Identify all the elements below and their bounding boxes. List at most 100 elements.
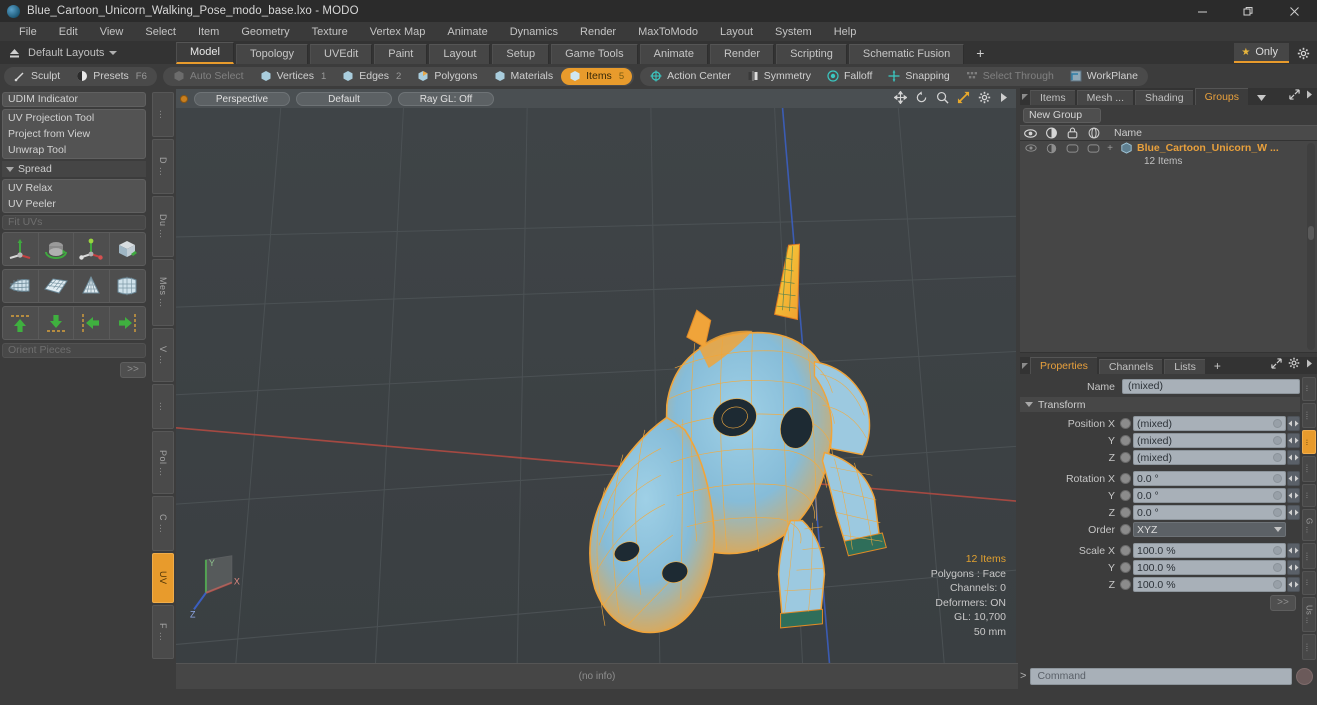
auto-select-button[interactable]: Auto Select [165, 68, 252, 85]
close-button[interactable] [1271, 0, 1317, 22]
tab-lists[interactable]: Lists [1164, 359, 1205, 374]
expand-panel-icon[interactable] [1289, 89, 1300, 103]
action-center-button[interactable]: Action Center [642, 68, 739, 85]
rotation-x-stepper[interactable] [1287, 471, 1300, 486]
group-item-name[interactable]: Blue_Cartoon_Unicorn_W ... [1137, 142, 1279, 154]
left-vtab-polygon[interactable]: Pol ... [152, 431, 174, 495]
rtab-mesh[interactable]: Mesh ... [1076, 90, 1134, 105]
panel-chevron-right-icon[interactable] [1306, 90, 1313, 102]
rtab-dropdown-icon[interactable] [1250, 90, 1273, 105]
uv-move-down-icon[interactable] [39, 307, 74, 339]
tab-setup[interactable]: Setup [492, 44, 550, 64]
scale-z-stepper[interactable] [1287, 577, 1300, 592]
position-y-stepper[interactable] [1287, 433, 1300, 448]
menu-texture[interactable]: Texture [301, 22, 359, 42]
symmetry-button[interactable]: Symmetry [739, 68, 819, 85]
tab-properties[interactable]: Properties [1030, 357, 1097, 374]
uv-move-gizmo-icon[interactable] [3, 233, 39, 265]
properties-add-tab[interactable]: + [1207, 359, 1228, 374]
prop-vtab-0[interactable]: ... [1302, 377, 1316, 401]
snapping-button[interactable]: Snapping [880, 68, 957, 85]
panel-corner-icon[interactable] [1020, 88, 1030, 105]
unwrap-tool-row[interactable]: Unwrap Tool [3, 142, 145, 158]
left-vtab-curve[interactable]: C ... [152, 496, 174, 552]
tab-schematic-fusion[interactable]: Schematic Fusion [848, 44, 965, 64]
pan-icon[interactable] [893, 90, 908, 107]
transform-section-header[interactable]: Transform [1020, 397, 1300, 412]
menu-help[interactable]: Help [823, 22, 868, 42]
edges-button[interactable]: Edges 2 [334, 68, 409, 85]
uv-projection-tool-row[interactable]: UV Projection Tool [3, 110, 145, 126]
raygl-toggle[interactable]: Ray GL: Off [398, 91, 494, 106]
prop-vtab-7[interactable]: ... [1302, 571, 1316, 595]
menu-system[interactable]: System [764, 22, 823, 42]
scale-y-knob[interactable] [1120, 562, 1131, 573]
uv-box-unwrap-icon[interactable] [110, 233, 145, 265]
position-z-input[interactable]: (mixed) [1133, 450, 1286, 465]
rotation-y-knob[interactable] [1120, 490, 1131, 501]
menu-select[interactable]: Select [134, 22, 187, 42]
gear-icon[interactable] [978, 91, 991, 107]
rotation-z-stepper[interactable] [1287, 505, 1300, 520]
prop-vtab-transform[interactable]: ... [1302, 430, 1316, 454]
left-vtab-deform[interactable]: D ... [152, 139, 174, 195]
row-visibility-icon[interactable] [1020, 141, 1041, 155]
zoom-icon[interactable] [936, 91, 949, 107]
items-button[interactable]: Items 5 [561, 67, 633, 85]
menu-render[interactable]: Render [569, 22, 627, 42]
menu-edit[interactable]: Edit [48, 22, 89, 42]
spread-section-header[interactable]: Spread [2, 161, 146, 177]
scale-y-stepper[interactable] [1287, 560, 1300, 575]
tab-channels[interactable]: Channels [1098, 359, 1163, 374]
order-knob[interactable] [1120, 524, 1131, 535]
properties-corner-icon[interactable] [1020, 357, 1030, 374]
uv-move-left-icon[interactable] [74, 307, 110, 339]
uv-rotate-gizmo-icon[interactable] [39, 233, 74, 265]
properties-chevron-right-icon[interactable] [1306, 359, 1313, 371]
command-input[interactable]: Command [1030, 667, 1292, 685]
position-y-knob[interactable] [1120, 435, 1131, 446]
left-panel-expand-button[interactable]: >> [120, 362, 146, 378]
vertices-button[interactable]: Vertices 1 [252, 68, 335, 85]
sculpt-button[interactable]: Sculpt [6, 68, 68, 85]
tree-row[interactable]: + Blue_Cartoon_Unicorn_W ... [1020, 141, 1317, 155]
rtab-shading[interactable]: Shading [1135, 90, 1193, 105]
order-dropdown[interactable]: XYZ [1133, 522, 1286, 537]
menu-layout[interactable]: Layout [709, 22, 764, 42]
tab-model[interactable]: Model [176, 42, 234, 64]
position-y-input[interactable]: (mixed) [1133, 433, 1286, 448]
rtab-groups[interactable]: Groups [1194, 88, 1249, 105]
minimize-button[interactable] [1179, 0, 1225, 22]
tab-render[interactable]: Render [709, 44, 775, 64]
uv-fit-icon[interactable] [3, 270, 39, 302]
left-vtab-5[interactable]: ... [152, 384, 174, 430]
position-z-stepper[interactable] [1287, 450, 1300, 465]
rotation-y-stepper[interactable] [1287, 488, 1300, 503]
wire-icon[interactable] [1083, 125, 1104, 141]
rotation-z-knob[interactable] [1120, 507, 1131, 518]
prop-vtab-4[interactable]: ... [1302, 483, 1316, 508]
chevron-right-icon[interactable] [999, 92, 1008, 106]
rotate-icon[interactable] [915, 90, 928, 107]
layout-settings-gear-icon[interactable] [1289, 42, 1317, 64]
prop-vtab-user[interactable]: Us ... [1302, 596, 1316, 633]
scale-x-knob[interactable] [1120, 545, 1131, 556]
left-vtab-f[interactable]: F ... [152, 604, 174, 660]
menu-geometry[interactable]: Geometry [230, 22, 300, 42]
row-wire-icon[interactable] [1083, 141, 1104, 155]
render-icon[interactable] [1041, 125, 1062, 141]
prop-vtab-9[interactable]: .... [1302, 634, 1316, 660]
restore-button[interactable] [1225, 0, 1271, 22]
uv-relax-mesh-icon[interactable] [110, 270, 145, 302]
scale-z-knob[interactable] [1120, 579, 1131, 590]
scale-x-stepper[interactable] [1287, 543, 1300, 558]
scale-x-input[interactable]: 100.0 % [1133, 543, 1286, 558]
prop-vtab-3[interactable]: .... [1302, 455, 1316, 482]
project-from-view-row[interactable]: Project from View [3, 126, 145, 142]
menu-animate[interactable]: Animate [436, 22, 498, 42]
rotation-x-input[interactable]: 0.0 ° [1133, 471, 1286, 486]
rtab-items[interactable]: Items [1030, 90, 1075, 105]
group-tree-body[interactable]: + Blue_Cartoon_Unicorn_W ... 12 Items [1020, 141, 1317, 353]
menu-vertex-map[interactable]: Vertex Map [359, 22, 437, 42]
prop-vtab-6[interactable]: .... [1302, 543, 1316, 570]
